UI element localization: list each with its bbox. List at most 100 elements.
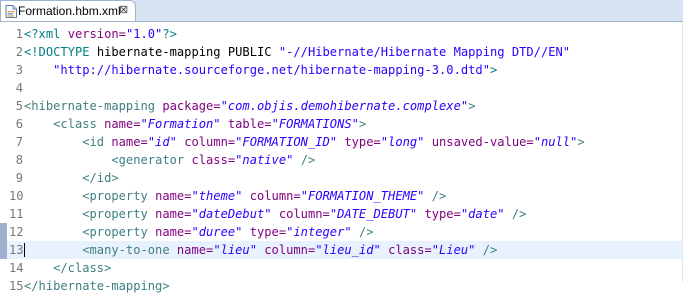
code-line[interactable]: 8 <generator class="native" /> [0,151,683,169]
code-token: "date" [460,207,505,221]
code-token: name= [111,135,148,149]
code-token: "Formation" [140,117,221,131]
close-icon[interactable]: ⊠ [119,5,130,16]
code-line[interactable]: 6 <class name="Formation" table="FORMATI… [0,115,683,133]
line-number: 7 [15,135,23,149]
code-line[interactable]: 1 <?xml version="1.0"?> [0,25,683,43]
code-token: ?> [162,27,177,41]
code-text: <hibernate-mapping package="com.objis.de… [24,97,475,115]
tab-formation-hbm-xml[interactable]: Formation.hbm.xml ⊠ [0,0,136,21]
code-token: <many-to-one [82,243,177,257]
code-token: "lieu_id" [315,243,381,257]
code-token: > [358,117,367,131]
code-token: "FORMATION_THEME" [300,189,425,203]
code-token: PUBLIC [227,45,279,59]
code-token: "DATE_DEBUT" [329,207,418,221]
code-token: package= [162,99,221,113]
code-token: "lieu" [213,243,257,257]
code-token: "dateDebut" [191,207,272,221]
code-text: <generator class="native" /> [24,151,315,169]
code-line[interactable]: 3 "http://hibernate.sourceforge.net/hibe… [0,61,683,79]
editor-tab-bar: Formation.hbm.xml ⊠ [0,0,683,22]
code-token: "long" [380,135,425,149]
code-line[interactable]: 4 [0,79,683,97]
code-token: <!DOCTYPE [24,45,97,59]
code-token: "com.objis.demohibernate.complexe" [220,99,469,113]
code-token: "-//Hibernate/Hibernate Mapping DTD//EN" [278,45,571,59]
code-token: "http://hibernate.sourceforge.net/hibern… [53,63,490,77]
code-token: > [468,99,476,113]
code-line[interactable]: 7 <id name="id" column="FORMATION_ID" ty… [0,133,683,151]
line-number: 1 [15,27,23,41]
code-line[interactable]: 11 <property name="dateDebut" column="DA… [0,205,683,223]
code-token: </id> [82,171,119,185]
change-marker [0,241,7,259]
code-token: hibernate-mapping [96,45,228,59]
code-text: <?xml version="1.0"?> [24,25,177,43]
code-token: "theme" [191,189,243,203]
line-number: 9 [15,171,23,185]
code-token: <?xml [24,27,68,41]
code-token: "1.0" [125,27,163,41]
code-token: "id" [147,135,177,149]
code-token: "native" [235,153,294,167]
code-line[interactable]: 15 </hibernate-mapping> [0,277,683,295]
code-line[interactable]: 2 <!DOCTYPE hibernate-mapping PUBLIC "-//… [0,43,683,61]
code-line[interactable]: 14 </class> [0,259,683,277]
code-token: /> [431,189,447,203]
code-token: /> [511,207,527,221]
code-token: table= [227,117,272,131]
code-text: </id> [24,169,119,187]
code-token: <property [82,225,156,239]
code-token: type= [424,207,461,221]
current-code-line[interactable]: 13 <many-to-one name="lieu" column="lieu… [0,241,683,259]
code-token: name= [176,243,214,257]
code-text: <many-to-one name="lieu" column="lieu_id… [24,241,497,259]
code-text: <id name="id" column="FORMATION_ID" type… [24,133,584,151]
tab-label: Formation.hbm.xml [18,4,121,18]
code-token: "FORMATION_ID" [235,135,338,149]
line-number: 11 [9,207,24,221]
code-token: class= [191,153,236,167]
line-number: 3 [15,63,23,77]
code-line[interactable]: 12 <property name="duree" type="integer"… [0,223,683,241]
text-caret [24,243,25,257]
line-number: 8 [15,153,23,167]
code-token: <id [82,135,112,149]
code-editor[interactable]: 1 <?xml version="1.0"?> 2 <!DOCTYPE hiberna… [0,22,683,293]
code-token: type= [344,135,381,149]
code-line[interactable]: 10 <property name="theme" column="FORMAT… [0,187,683,205]
code-text: <property name="duree" type="integer" /> [24,223,373,241]
line-number: 6 [15,117,23,131]
line-number: 14 [9,261,24,275]
code-token: "null" [533,135,578,149]
code-line[interactable]: 5 <hibernate-mapping package="com.objis.d… [0,97,683,115]
code-token: "integer" [286,225,352,239]
line-number: 2 [15,45,23,59]
code-token: <class [53,117,105,131]
line-number: 12 [9,225,24,239]
code-text: "http://hibernate.sourceforge.net/hibern… [24,61,497,79]
code-token: /> [482,243,498,257]
line-number: 13 [9,243,24,257]
code-token: </hibernate-mapping> [24,279,170,293]
code-token: "Lieu" [431,243,476,257]
code-token: > [490,63,498,77]
code-token: <property [82,207,156,221]
code-token: "FORMATIONS" [271,117,359,131]
code-line[interactable]: 9 </id> [0,169,683,187]
code-token: /> [300,153,316,167]
